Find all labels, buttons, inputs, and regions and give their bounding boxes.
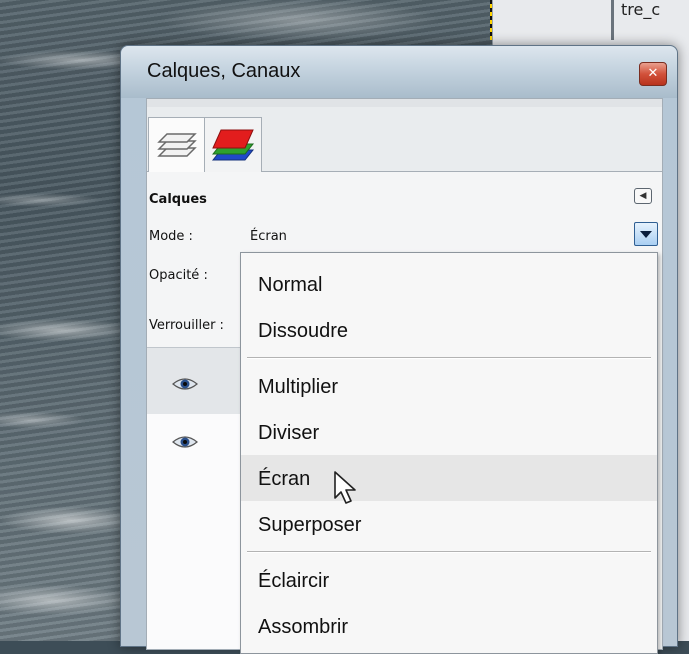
- menu-item-superposer[interactable]: Superposer: [241, 501, 657, 547]
- panel-menu-button[interactable]: ◀: [634, 188, 652, 204]
- menu-item-multiplier[interactable]: Multiplier: [241, 363, 657, 409]
- lock-label: Verrouiller :: [149, 318, 224, 333]
- opacity-label: Opacité :: [149, 268, 208, 283]
- menu-item-ecran[interactable]: Écran: [241, 455, 657, 501]
- menu-item-dissoudre[interactable]: Dissoudre: [241, 307, 657, 353]
- triangle-left-icon: ◀: [639, 191, 647, 201]
- eye-visibility-icon[interactable]: [172, 434, 198, 450]
- menu-item-label: Multiplier: [258, 376, 339, 398]
- menu-item-normal[interactable]: Normal: [241, 261, 657, 307]
- layers-stack-icon: [157, 133, 197, 157]
- mouse-pointer-icon: [334, 471, 356, 504]
- dialog-title: Calques, Canaux: [147, 60, 301, 82]
- menu-separator: [247, 357, 651, 359]
- menu-item-label: Diviser: [258, 422, 320, 444]
- close-icon: ✕: [647, 66, 659, 81]
- menu-item-diviser[interactable]: Diviser: [241, 409, 657, 455]
- menu-item-eclaircir[interactable]: Éclaircir: [241, 557, 657, 603]
- menu-item-label: Dissoudre: [258, 320, 349, 342]
- mode-dropdown-button[interactable]: [634, 222, 658, 246]
- dialog-titlebar[interactable]: Calques, Canaux ✕: [121, 46, 677, 98]
- layer-list: [147, 347, 247, 649]
- layer-row[interactable]: [147, 348, 247, 414]
- menu-item-label: Normal: [258, 274, 323, 296]
- mode-label: Mode :: [149, 229, 193, 244]
- background-window-text: tre_c: [621, 0, 661, 19]
- menu-item-label: Éclaircir: [258, 570, 330, 592]
- menu-item-assombrir[interactable]: Assombrir: [241, 603, 657, 649]
- menu-item-label: Écran: [258, 468, 311, 490]
- panel-title: Calques: [149, 192, 207, 207]
- tab-channels[interactable]: [204, 117, 262, 172]
- background-window-edge: [611, 0, 614, 40]
- close-button[interactable]: ✕: [639, 62, 667, 86]
- mode-select-value[interactable]: Écran: [250, 229, 287, 244]
- layer-row[interactable]: [147, 414, 247, 480]
- mode-dropdown-menu: Normal Dissoudre Multiplier Diviser Écra…: [240, 252, 658, 654]
- menu-item-label: Superposer: [258, 514, 362, 536]
- tab-layers[interactable]: [148, 117, 206, 173]
- rgb-channels-icon: [211, 129, 255, 161]
- menu-item-label: Assombrir: [258, 616, 349, 638]
- eye-visibility-icon[interactable]: [172, 376, 198, 392]
- menu-separator: [247, 551, 651, 553]
- tab-bar: [147, 107, 662, 173]
